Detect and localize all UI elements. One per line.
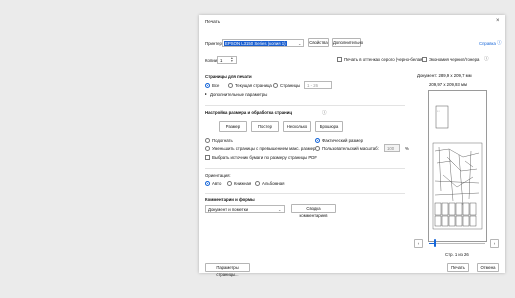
orientation-portrait-label: Книжная <box>234 181 252 186</box>
size-button[interactable]: Размер <box>219 121 247 132</box>
pages-all-radio[interactable] <box>205 83 210 88</box>
chevron-right-icon: › <box>493 241 496 246</box>
summary-button[interactable]: Сводка комментариев <box>291 204 336 218</box>
expand-icon[interactable]: ▸ <box>205 92 207 97</box>
orientation-landscape-radio[interactable] <box>255 181 260 186</box>
pages-all-label: Все <box>212 83 220 88</box>
info-icon[interactable]: ⓘ <box>484 56 489 61</box>
help-link[interactable]: Справка <box>479 41 496 46</box>
orientation-portrait-radio[interactable] <box>227 181 232 186</box>
custom-scale-value: 100 <box>387 146 395 151</box>
dialog-title: Печать <box>205 19 221 24</box>
print-button[interactable]: Печать <box>447 263 469 272</box>
ink-save-label: Экономия чернил/тонера <box>429 57 480 62</box>
grayscale-label: Печать в оттенках серого (черно-белая) <box>344 57 424 62</box>
orientation-auto-radio[interactable] <box>205 181 210 186</box>
print-dialog: Печать × Принтер: EPSON L3150 Series (ко… <box>199 15 505 277</box>
printer-select-value: EPSON L3150 Series (копия 1) <box>224 41 287 46</box>
custom-scale-input[interactable]: 100 <box>384 144 400 152</box>
ink-save-checkbox[interactable] <box>422 57 427 62</box>
pages-range-value: 1 - 26 <box>307 83 318 88</box>
shrink-label: Уменьшить страницы с превышением макс. р… <box>212 146 318 151</box>
copies-value: 1 <box>220 58 223 63</box>
shrink-radio[interactable] <box>205 146 210 151</box>
custom-scale-label: Пользовательский масштаб: <box>322 146 379 151</box>
sizing-info-icon[interactable]: ⓘ <box>322 110 327 115</box>
next-page-button[interactable]: › <box>490 239 499 248</box>
percent-sign: % <box>405 146 409 151</box>
stepper-icon[interactable]: ▴ ▾ <box>231 56 233 63</box>
document-size: Документ: 289,9 x 209,7 мм <box>417 73 472 78</box>
comments-select-value: Документ и пометки <box>208 207 249 212</box>
printer-label: Принтер: <box>205 41 224 46</box>
divider <box>205 105 405 106</box>
print-preview: ▫ ▫ <box>428 90 487 242</box>
preview-page-image: ▫ ▫ <box>432 105 483 230</box>
help-icon[interactable]: ⓘ <box>497 40 502 45</box>
comments-heading: Комментарии и формы <box>205 197 255 202</box>
chevron-down-icon: ⌄ <box>298 41 302 46</box>
custom-scale-radio[interactable] <box>315 146 320 151</box>
comments-select[interactable]: Документ и пометки ⌄ <box>205 205 285 213</box>
properties-button[interactable]: Свойства <box>308 38 329 47</box>
booklet-button[interactable]: Брошюра <box>315 121 343 132</box>
pdf-source-label: Выбрать источник бумаги по размеру стран… <box>212 155 317 160</box>
fit-radio[interactable] <box>205 138 210 143</box>
fit-label: Подогнать <box>212 138 233 143</box>
grayscale-checkbox[interactable] <box>337 57 342 62</box>
more-options-link[interactable]: Дополнительные параметры <box>210 92 267 97</box>
previous-page-button[interactable]: ‹ <box>414 239 423 248</box>
pdf-source-checkbox[interactable] <box>205 155 210 160</box>
divider <box>205 193 405 194</box>
chevron-down-icon: ⌄ <box>278 207 282 212</box>
page-slider-thumb[interactable] <box>433 239 436 247</box>
pages-current-radio[interactable] <box>228 83 233 88</box>
page-setup-button[interactable]: Параметры страницы... <box>205 263 250 277</box>
page-slider-track[interactable] <box>429 243 485 244</box>
page-info: Стр. 1 из 26 <box>445 252 469 257</box>
poster-button[interactable]: Постер <box>251 121 279 132</box>
pages-range-label: Страницы <box>280 83 301 88</box>
actual-size-label: Фактический размер <box>322 138 364 143</box>
chevron-left-icon: ‹ <box>417 241 420 246</box>
orientation-auto-label: Авто <box>212 181 222 186</box>
pages-heading: Страницы для печати <box>205 74 252 79</box>
divider <box>205 168 405 169</box>
advanced-button[interactable]: Дополнительно <box>332 38 363 47</box>
cancel-button[interactable]: Отмена <box>477 263 499 272</box>
printer-select[interactable]: EPSON L3150 Series (копия 1) ⌄ <box>222 39 304 47</box>
paper-size: 209,97 x 209,93 мм <box>429 82 467 87</box>
orientation-heading: Ориентация: <box>205 173 231 178</box>
pages-current-label: Текущая страница <box>235 83 272 88</box>
multiple-button[interactable]: Несколько <box>283 121 311 132</box>
copies-input[interactable]: 1 ▴ ▾ <box>217 56 237 64</box>
close-icon[interactable]: × <box>496 18 500 24</box>
orientation-landscape-label: Альбомная <box>262 181 285 186</box>
actual-size-radio[interactable] <box>315 138 320 143</box>
pages-range-input[interactable]: 1 - 26 <box>304 81 332 89</box>
sizing-heading: Настройка размера и обработка страниц <box>205 110 293 115</box>
svg-text:▫ ▫: ▫ ▫ <box>437 110 440 113</box>
pages-range-radio[interactable] <box>273 83 278 88</box>
